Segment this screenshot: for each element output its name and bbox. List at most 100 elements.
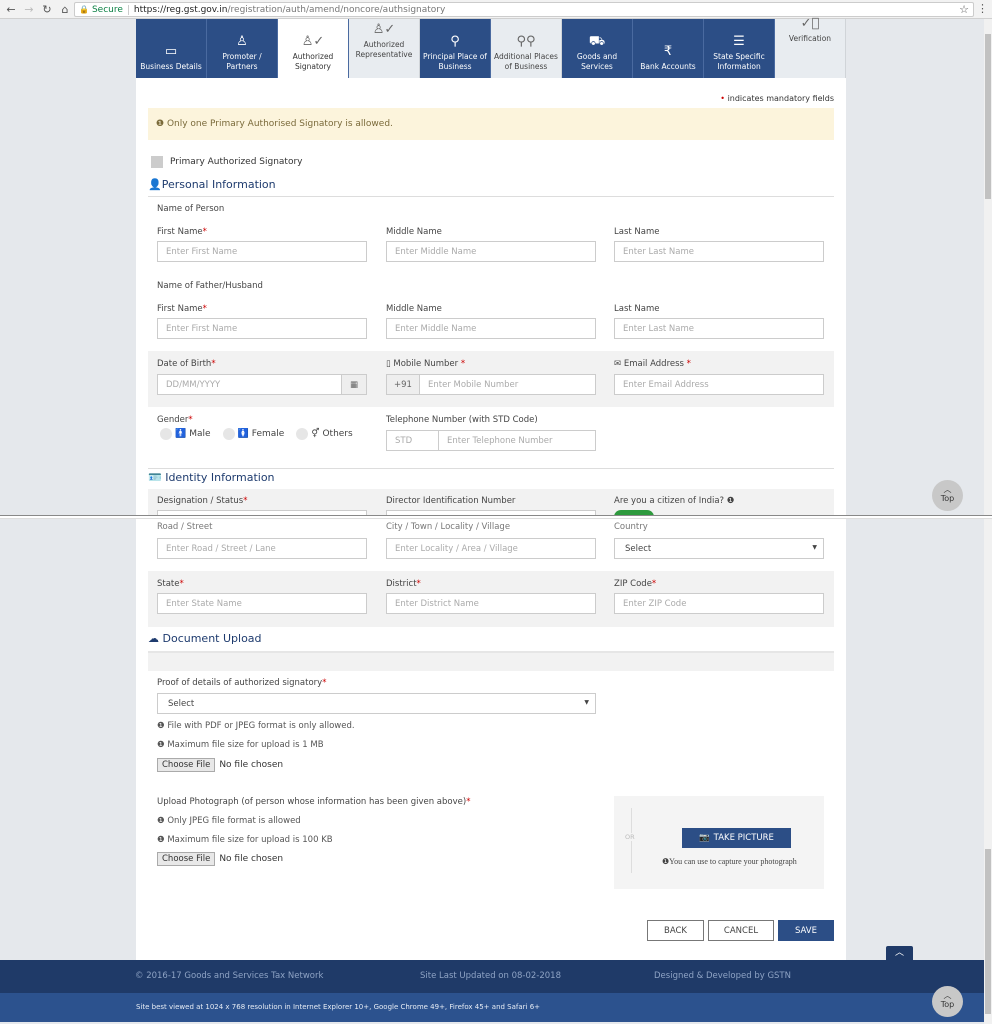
tab-business-details[interactable]: ▭ Business Details: [136, 19, 207, 78]
tab-principal-place[interactable]: ⚲ Principal Place of Business: [420, 19, 491, 78]
proof-choose-file-button[interactable]: Choose File: [157, 758, 216, 772]
scroll-thumb[interactable]: [985, 849, 991, 1014]
dob-input[interactable]: DD/MM/YYYY: [157, 374, 342, 395]
capture-note: ❶You can use to capture your photograph: [662, 857, 797, 866]
footer-scroll-up-button[interactable]: ︿: [886, 946, 913, 961]
tab-promoter-partners[interactable]: ♙ Promoter / Partners: [207, 19, 278, 78]
gender-female[interactable]: 🚺 Female: [222, 428, 284, 440]
mobile-icon: ▯: [386, 359, 391, 369]
proof-select[interactable]: Select ▼: [157, 693, 596, 714]
forward-icon[interactable]: →: [22, 3, 36, 16]
country-label: Country: [614, 522, 648, 532]
tab-state-specific[interactable]: ☰ State Specific Information: [704, 19, 775, 78]
home-icon[interactable]: ⌂: [58, 3, 72, 16]
tab-authorized-representative[interactable]: ♙✓ Authorized Representative: [349, 19, 420, 78]
footer-note: Site best viewed at 1024 x 768 resolutio…: [0, 993, 984, 1022]
primary-signatory-label: Primary Authorized Signatory: [170, 157, 303, 167]
tab-goods-services[interactable]: ⛟ Goods and Services: [562, 19, 633, 78]
info-icon: ❶: [157, 835, 165, 845]
mandatory-note-text: indicates mandatory fields: [727, 94, 834, 103]
female-radio[interactable]: [222, 428, 235, 440]
tab-authorized-signatory[interactable]: ♙✓ Authorized Signatory: [278, 19, 349, 78]
state-input[interactable]: Enter State Name: [157, 593, 367, 614]
user-icon: 👤: [148, 178, 162, 191]
bookmark-star-icon[interactable]: ☆: [959, 3, 969, 16]
camera-capture-box: OR 📷 TAKE PICTURE ❶You can use to capture…: [614, 796, 824, 889]
gender-label: Gender*: [157, 415, 193, 425]
rupee-coin-icon: ₹: [663, 44, 673, 59]
scroll-thumb[interactable]: [985, 34, 991, 199]
tab-additional-places[interactable]: ⚲⚲ Additional Places of Business: [491, 19, 562, 78]
primary-signatory-checkbox[interactable]: [151, 156, 163, 168]
others-radio[interactable]: [296, 428, 309, 440]
father-last-name-label: Last Name: [614, 304, 660, 314]
gender-male[interactable]: 🚹 Male: [160, 428, 211, 440]
address-bar[interactable]: 🔒 Secure https://reg.gst.gov.in/registra…: [74, 2, 974, 17]
middle-name-input[interactable]: Enter Middle Name: [386, 241, 596, 262]
photo-choose-file-button[interactable]: Choose File: [157, 852, 216, 866]
last-name-input[interactable]: Enter Last Name: [614, 241, 824, 262]
secure-label: Secure: [92, 4, 129, 15]
name-of-person-label: Name of Person: [157, 204, 225, 214]
scrollbar-top-pane[interactable]: [984, 19, 992, 515]
tab-label: Bank Accounts: [640, 62, 696, 71]
email-input[interactable]: Enter Email Address: [614, 374, 824, 395]
list-card-icon: ☰: [733, 34, 745, 49]
tab-label: Authorized Signatory: [292, 52, 334, 71]
browser-menu-icon[interactable]: ⋮: [977, 2, 988, 15]
back-button[interactable]: BACK: [647, 920, 704, 941]
document-band: [148, 651, 834, 671]
telephone-label: Telephone Number (with STD Code): [386, 415, 538, 425]
gender-others[interactable]: ⚥ Others: [296, 428, 353, 440]
scrollbar-bottom-pane[interactable]: [984, 519, 992, 1024]
reload-icon[interactable]: ↻: [40, 3, 54, 16]
first-name-label: First Name*: [157, 227, 207, 237]
personal-info-heading: 👤Personal Information: [148, 178, 834, 197]
first-name-input[interactable]: Enter First Name: [157, 241, 367, 262]
proof-file-status: No file chosen: [219, 760, 284, 770]
road-input[interactable]: Enter Road / Street / Lane: [157, 538, 367, 559]
save-button[interactable]: SAVE: [778, 920, 834, 941]
father-middle-name-input[interactable]: Enter Middle Name: [386, 318, 596, 339]
envelope-icon: ✉: [614, 359, 622, 369]
info-icon: ❶: [157, 816, 165, 826]
take-picture-button[interactable]: 📷 TAKE PICTURE: [682, 828, 791, 848]
info-icon: ❶: [156, 119, 165, 129]
chevron-up-icon: ︿: [943, 485, 952, 494]
cancel-button[interactable]: CANCEL: [708, 920, 774, 941]
country-value: Select: [625, 544, 652, 554]
tab-bank-accounts[interactable]: ₹ Bank Accounts: [633, 19, 704, 78]
footer-last-updated: Site Last Updated on 08-02-2018: [420, 971, 561, 981]
std-input[interactable]: STD: [386, 430, 439, 451]
location-pin-icon: ⚲: [450, 34, 460, 49]
father-last-name-input[interactable]: Enter Last Name: [614, 318, 824, 339]
last-name-label: Last Name: [614, 227, 660, 237]
middle-name-label: Middle Name: [386, 227, 442, 237]
zip-input[interactable]: Enter ZIP Code: [614, 593, 824, 614]
photo-info-size: ❶ Maximum file size for upload is 100 KB: [157, 835, 333, 845]
scroll-top-button-bottom[interactable]: ︿ Top: [932, 986, 963, 1017]
district-label: District*: [386, 579, 421, 589]
top-label: Top: [940, 1000, 955, 1009]
footer-developed-by: Designed & Developed by GSTN: [654, 971, 791, 981]
caret-down-icon: ▼: [584, 699, 589, 706]
telephone-input[interactable]: Enter Telephone Number: [438, 430, 596, 451]
info-icon: ❶: [726, 496, 735, 506]
calendar-icon[interactable]: ▦: [341, 374, 367, 395]
male-radio[interactable]: [160, 428, 172, 440]
proof-file-row: Choose File No file chosen: [157, 758, 283, 772]
footer-main: © 2016-17 Goods and Services Tax Network…: [0, 960, 984, 993]
tab-label: State Specific Information: [713, 52, 765, 71]
scroll-top-button[interactable]: ︿ Top: [932, 480, 963, 511]
country-select[interactable]: Select ▼: [614, 538, 824, 559]
identity-info-heading: 🪪 Identity Information: [148, 468, 834, 489]
city-input[interactable]: Enter Locality / Area / Village: [386, 538, 596, 559]
back-icon[interactable]: ←: [4, 3, 18, 16]
district-input[interactable]: Enter District Name: [386, 593, 596, 614]
cloud-upload-icon: ☁: [148, 632, 159, 645]
father-first-name-input[interactable]: Enter First Name: [157, 318, 367, 339]
mobile-input[interactable]: Enter Mobile Number: [419, 374, 596, 395]
tab-verification[interactable]: ✓⃝ Verification: [775, 17, 846, 78]
tab-label: Additional Places of Business: [494, 52, 558, 71]
info-icon: ❶: [157, 721, 165, 731]
